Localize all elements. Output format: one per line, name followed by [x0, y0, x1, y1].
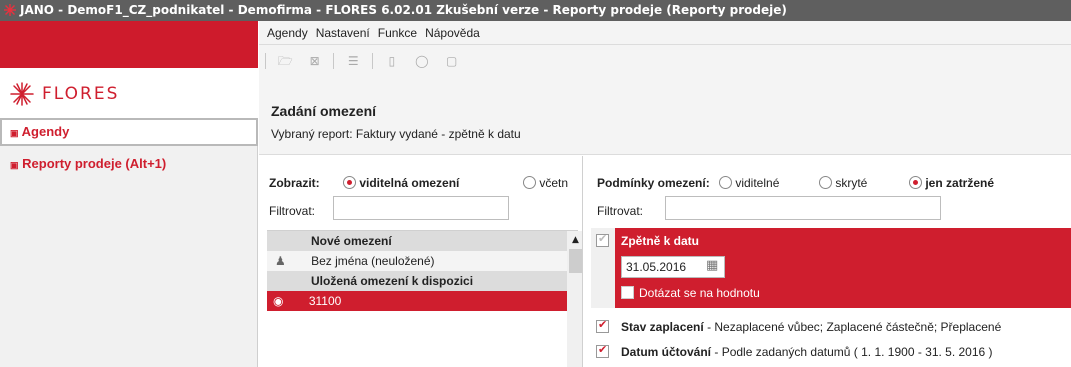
condition-checkbox[interactable] [596, 343, 609, 358]
window-title-bar: JANO - DemoF1_CZ_podnikatel - Demofirma … [0, 0, 1071, 21]
radio-label: viditelná omezení [359, 176, 460, 190]
condition-checkbox[interactable] [596, 232, 609, 247]
scroll-thumb[interactable] [569, 249, 582, 273]
condition-name: Stav zaplacení [621, 320, 704, 334]
help-icon[interactable]: ▢ [445, 54, 459, 68]
window-title: JANO - DemoF1_CZ_podnikatel - Demofirma … [20, 3, 787, 17]
list-group-header: Uložená omezení k dispozici [267, 271, 567, 291]
toolbar: 🗁 ⊠ ☰ ▯ ◯ ▢ [259, 45, 1071, 93]
list-item[interactable]: ♟ Bez jména (neuložené) [267, 251, 567, 271]
page-subtitle: Vybraný report: Faktury vydané - zpětně … [271, 127, 521, 141]
filter-label: Filtrovat: [597, 204, 644, 218]
user-icon: ♟ [275, 254, 286, 268]
filter-label: Filtrovat: [269, 204, 316, 218]
condition-checkbox[interactable] [596, 318, 609, 333]
calendar-icon[interactable]: ▦ [706, 258, 718, 273]
comment-icon[interactable]: ◯ [415, 54, 429, 68]
list-icon[interactable]: ☰ [346, 54, 360, 68]
condition-name: Zpětně k datu [621, 234, 700, 248]
filter-input-left[interactable] [333, 196, 509, 220]
condition-stav-zaplaceni[interactable]: Stav zaplacení - Nezaplacené vůbec; Zapl… [591, 316, 1071, 338]
flores-logo-icon [10, 82, 34, 106]
sidebar: FLORES ▣ Agendy ▣ Reporty prodeje (Alt+1… [0, 21, 258, 367]
agendy-icon: ▣ [10, 128, 19, 138]
condition-gutter [591, 228, 615, 308]
show-label: Zobrazit: [269, 176, 320, 190]
menu-nastaveni[interactable]: Nastavení [312, 21, 374, 45]
conditions-panel: Podmínky omezení: viditelné skryté jen z… [582, 156, 1071, 367]
radio-button[interactable] [343, 176, 356, 189]
sidebar-item-agendy[interactable]: ▣ Agendy [0, 118, 258, 146]
restrictions-list: Nové omezení ♟ Bez jména (neuložené) Ulo… [267, 230, 584, 367]
menu-napoveda[interactable]: Nápověda [421, 21, 484, 45]
globe-icon: ◉ [273, 294, 284, 308]
radio-label: jen zatržené [925, 176, 995, 190]
sidebar-header-band [0, 21, 258, 68]
flores-logo-text: FLORES [42, 84, 120, 104]
condition-name: Datum účtování [621, 345, 712, 359]
ask-value-checkbox[interactable] [621, 286, 634, 299]
radio-button[interactable] [909, 176, 922, 189]
radio-including[interactable]: včetn [523, 176, 568, 190]
condition-datum-uctovani[interactable]: Datum účtování - Podle zadaných datumů (… [591, 341, 1071, 363]
radio-hidden[interactable]: skryté [819, 176, 867, 190]
date-field[interactable]: 31.05.2016 ▦ [621, 256, 725, 278]
radio-button[interactable] [523, 176, 536, 189]
radio-visible[interactable]: viditelné [719, 176, 779, 190]
restrictions-panel: Zobrazit: viditelná omezení včetn Filtro… [259, 156, 584, 367]
menu-agendy[interactable]: Agendy [263, 21, 312, 45]
sidebar-item-label: Agendy [21, 124, 70, 139]
list-item[interactable]: ◉ 31100 [267, 291, 567, 311]
menu-funkce[interactable]: Funkce [374, 21, 421, 45]
close-icon[interactable]: ⊠ [308, 54, 322, 68]
radio-label: skryté [835, 176, 868, 190]
date-value: 31.05.2016 [626, 260, 687, 274]
document-icon[interactable]: ▯ [385, 54, 399, 68]
page-header: Zadání omezení Vybraný report: Faktury v… [259, 93, 1071, 155]
condition-zpetne-k-datu[interactable]: Zpětně k datu 31.05.2016 ▦ Dotázat se na… [615, 228, 1071, 308]
filter-input-right[interactable] [665, 196, 941, 220]
sidebar-item-label: Reporty prodeje (Alt+1) [22, 156, 167, 171]
radio-label: včetn [539, 176, 569, 190]
report-icon: ▣ [10, 160, 19, 170]
condition-detail: - Podle zadaných datumů ( 1. 1. 1900 - 3… [714, 345, 993, 359]
open-folder-icon[interactable]: 🗁 [278, 54, 293, 68]
toolbar-separator [372, 53, 374, 69]
app-icon [4, 4, 16, 16]
radio-button[interactable] [719, 176, 732, 189]
page-title: Zadání omezení [271, 103, 377, 119]
ask-value-label: Dotázat se na hodnotu [639, 286, 760, 300]
menu-bar: Agendy Nastavení Funkce Nápověda [259, 21, 1071, 45]
list-group-header: Nové omezení [267, 231, 567, 251]
radio-button[interactable] [819, 176, 832, 189]
conditions-label: Podmínky omezení: [597, 176, 710, 190]
radio-checked-only[interactable]: jen zatržené [909, 176, 994, 190]
toolbar-separator [265, 53, 266, 69]
toolbar-separator [333, 53, 335, 69]
condition-detail: - Nezaplacené vůbec; Zaplacené částečně;… [707, 320, 1002, 334]
sidebar-item-reporty-prodeje[interactable]: ▣ Reporty prodeje (Alt+1) [0, 151, 258, 175]
radio-visible-restrictions[interactable]: viditelná omezení [343, 176, 459, 190]
radio-label: viditelné [735, 176, 780, 190]
